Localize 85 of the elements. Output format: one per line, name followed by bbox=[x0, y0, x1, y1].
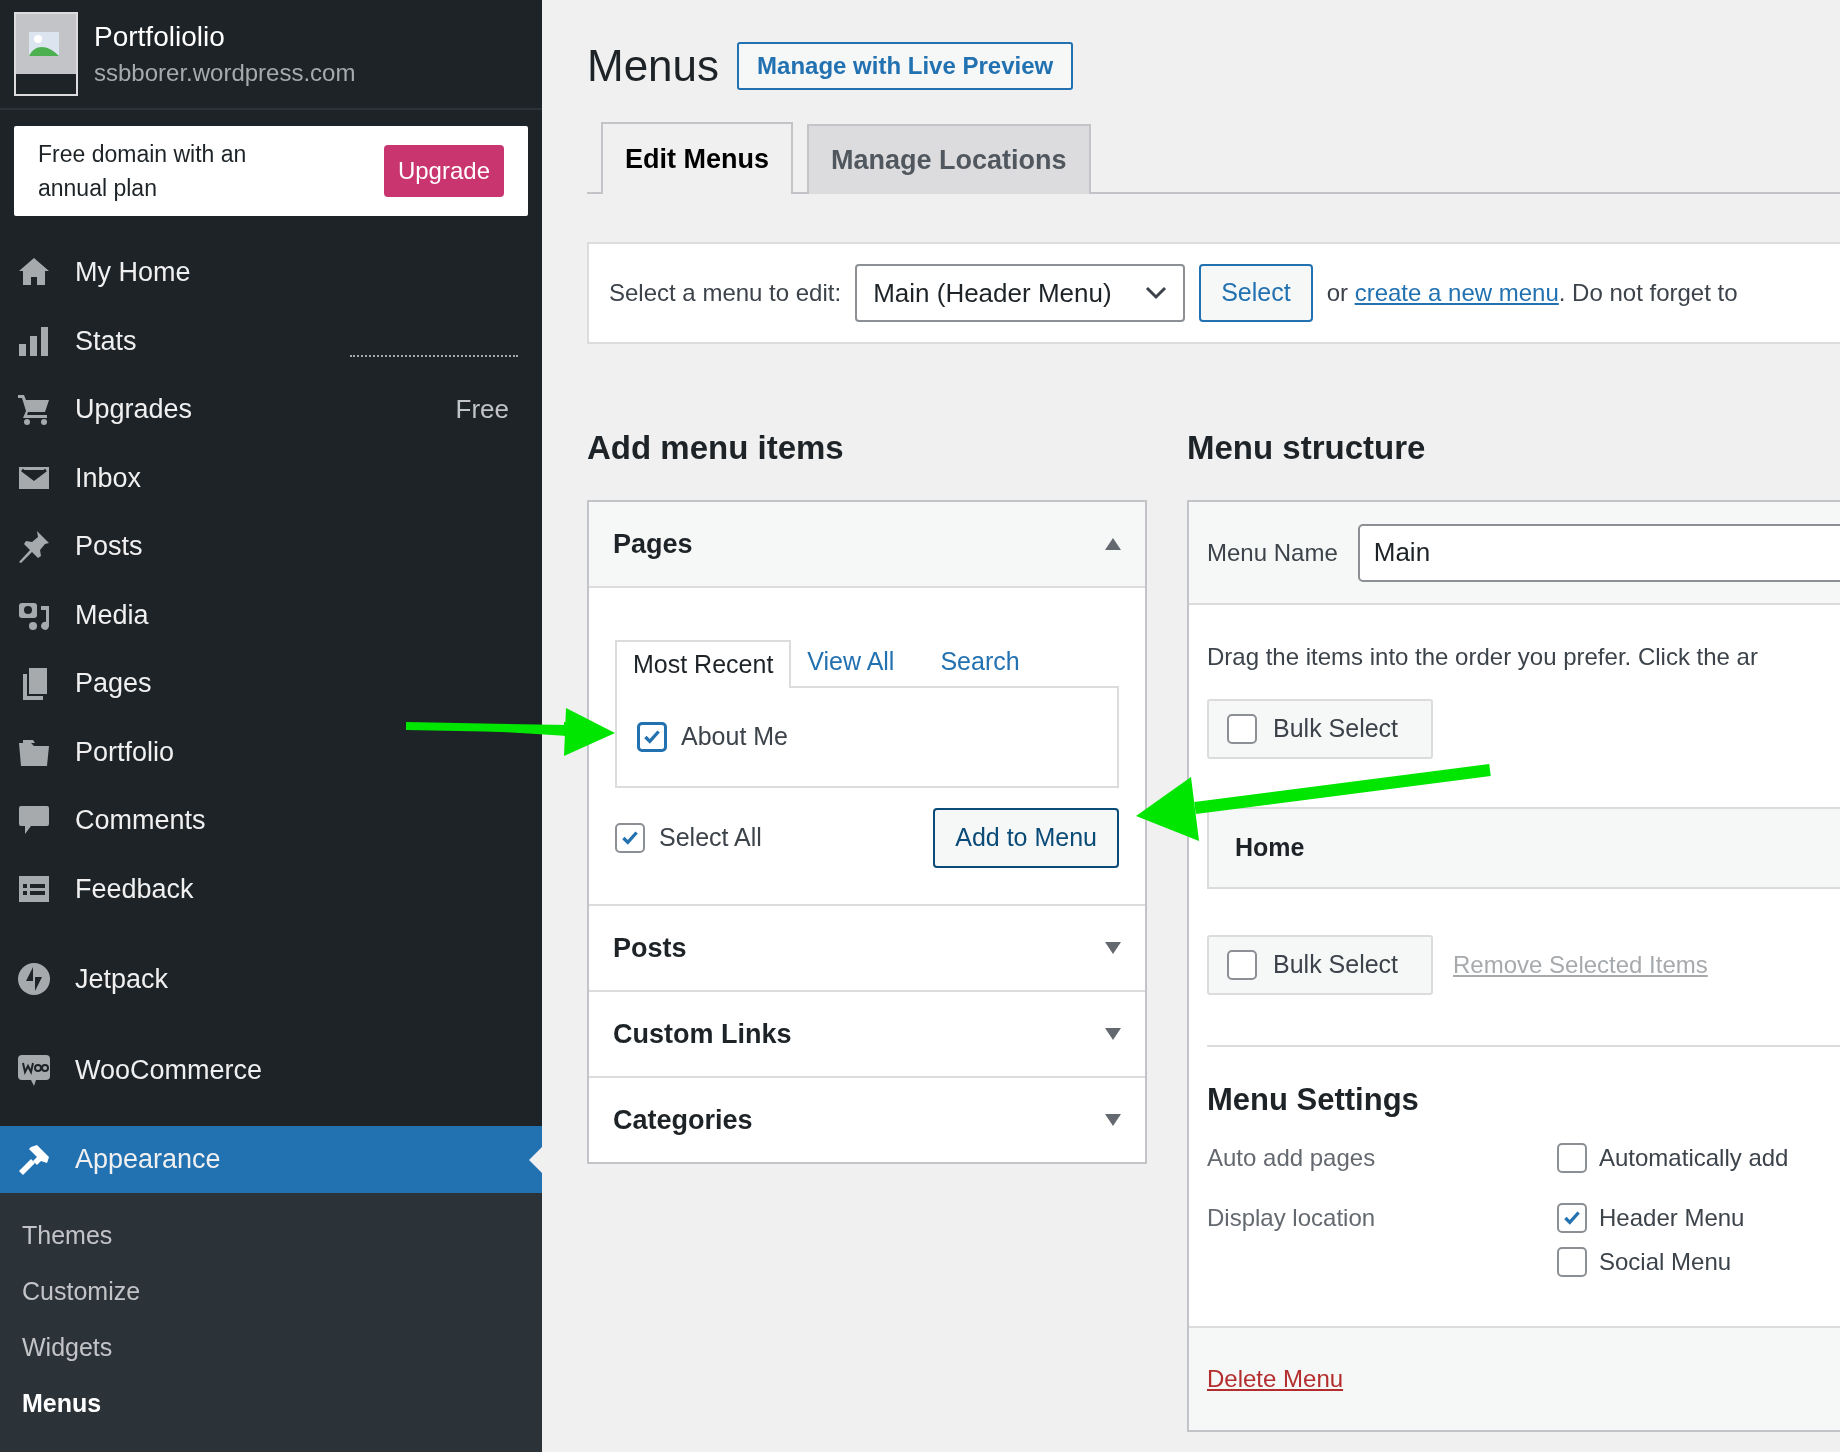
caret-down-icon bbox=[1105, 942, 1121, 954]
sidebar-item[interactable]: Media bbox=[0, 580, 542, 649]
sidebar-item-label: Feedback bbox=[75, 872, 194, 906]
submenu-item[interactable]: Customize bbox=[0, 1264, 542, 1320]
menu-name-field[interactable]: Main bbox=[1357, 523, 1840, 582]
tab[interactable]: View All bbox=[791, 638, 911, 686]
site-title[interactable]: Portfoliolio bbox=[94, 20, 356, 55]
bulk-select-button[interactable]: Bulk Select bbox=[1207, 935, 1433, 995]
sidebar-item[interactable]: Jetpack bbox=[0, 945, 542, 1014]
sidebar-item[interactable]: Feedback bbox=[0, 854, 542, 923]
sidebar-item-label: Inbox bbox=[75, 461, 142, 495]
sidebar-item[interactable]: Inbox bbox=[0, 443, 542, 512]
sidebar-item-label: Posts bbox=[75, 530, 143, 563]
checkbox[interactable] bbox=[1557, 1246, 1587, 1277]
create-menu-text: or create a new menu. Do not forget to bbox=[1326, 278, 1738, 308]
menu-item[interactable]: Home bbox=[1207, 807, 1840, 889]
caret-down-icon bbox=[1105, 1028, 1121, 1040]
checkbox-label: Social Menu bbox=[1599, 1246, 1732, 1277]
tab[interactable]: Manage Locations bbox=[807, 124, 1091, 194]
speech-bubble-icon bbox=[17, 1052, 51, 1087]
checkbox[interactable] bbox=[1227, 714, 1257, 744]
sidebar-item-label: My Home bbox=[75, 256, 191, 289]
checkbox-label: Header Menu bbox=[1599, 1202, 1745, 1233]
sidebar-item-label: Comments bbox=[75, 804, 206, 837]
select-button[interactable]: Select bbox=[1199, 264, 1313, 322]
create-menu-link[interactable]: create a new menu bbox=[1354, 279, 1559, 306]
select-menu-label: Select a menu to edit: bbox=[609, 278, 842, 308]
section-heading: Menu structure bbox=[1187, 428, 1427, 468]
sidebar-item[interactable]: Upgrades Free bbox=[0, 375, 542, 444]
promo-text: Free domain with an annual plan bbox=[38, 140, 248, 204]
page-title: Menus bbox=[587, 40, 720, 92]
section-heading: Add menu items bbox=[587, 428, 845, 468]
tab[interactable]: Search bbox=[924, 638, 1036, 686]
setting-label: Auto add pages bbox=[1207, 1142, 1377, 1173]
checkbox[interactable] bbox=[1557, 1202, 1587, 1233]
paintbrush-icon bbox=[17, 1142, 51, 1177]
checkbox-label: About Me bbox=[681, 721, 788, 753]
pushpin-icon bbox=[17, 529, 51, 564]
submenu-item[interactable]: Widgets bbox=[0, 1320, 542, 1376]
checkbox[interactable] bbox=[1557, 1142, 1587, 1173]
accordion-header[interactable]: Pages bbox=[589, 502, 1145, 588]
sidebar-item-label: WooCommerce bbox=[75, 1053, 263, 1087]
sidebar-item-label: Appearance bbox=[75, 1143, 221, 1177]
sidebar-item[interactable]: Stats bbox=[0, 306, 542, 375]
submenu-item[interactable]: Themes bbox=[0, 1208, 542, 1264]
sidebar-item[interactable]: WooCommerce bbox=[0, 1035, 542, 1104]
cart-icon bbox=[17, 392, 51, 427]
caret-down-icon bbox=[1105, 1114, 1121, 1126]
current-pointer bbox=[529, 1147, 542, 1173]
checkbox[interactable] bbox=[1227, 950, 1257, 980]
sidebar-item-label: Pages bbox=[75, 667, 152, 700]
plan-label: Free bbox=[455, 392, 509, 426]
caret-up-icon bbox=[1105, 538, 1121, 550]
site-icon bbox=[14, 12, 78, 97]
checkbox-label: Select All bbox=[659, 822, 762, 854]
checkbox[interactable] bbox=[615, 823, 645, 853]
sidebar-item[interactable]: Comments bbox=[0, 786, 542, 855]
submenu-item[interactable]: Menus bbox=[0, 1376, 542, 1432]
delete-menu-link[interactable]: Delete Menu bbox=[1207, 1360, 1344, 1397]
menu-name-label: Menu Name bbox=[1207, 537, 1338, 568]
menu-dropdown[interactable]: Main (Header Menu) bbox=[855, 264, 1186, 322]
sidebar-item-label: Stats bbox=[75, 324, 137, 358]
sidebar-item[interactable]: Appearance bbox=[0, 1126, 542, 1193]
tab[interactable]: Most Recent bbox=[615, 640, 792, 688]
sidebar-item-label: Upgrades bbox=[75, 393, 193, 426]
sidebar-item[interactable]: My Home bbox=[0, 238, 542, 307]
setting-label: Display location bbox=[1207, 1202, 1377, 1233]
settings-heading: Menu Settings bbox=[1207, 1081, 1420, 1119]
sidebar-item[interactable]: Portfolio bbox=[0, 717, 542, 786]
lightning-circle-icon bbox=[17, 962, 51, 997]
upgrade-button[interactable]: Upgrade bbox=[383, 145, 504, 198]
tab[interactable]: Edit Menus bbox=[601, 122, 793, 194]
sidebar-item-label: Media bbox=[75, 598, 149, 632]
instructions-text: Drag the items into the order you prefer. Click the ar bbox=[1207, 642, 1759, 672]
sidebar-item-label: Jetpack bbox=[75, 963, 169, 996]
add-to-menu-button[interactable]: Add to Menu bbox=[933, 808, 1119, 868]
site-url[interactable]: ssbborer.wordpress.com bbox=[94, 58, 356, 89]
sidebar-item-label: Portfolio bbox=[75, 735, 175, 769]
live-preview-button[interactable]: Manage with Live Preview bbox=[737, 42, 1074, 90]
sidebar-item[interactable]: Pages bbox=[0, 649, 542, 718]
sidebar-item[interactable]: Posts bbox=[0, 512, 542, 581]
checkbox[interactable] bbox=[637, 722, 667, 752]
bulk-select-button[interactable]: Bulk Select bbox=[1207, 699, 1433, 759]
chevron-down-icon bbox=[1145, 286, 1168, 300]
checkbox-label: Automatically add bbox=[1599, 1142, 1789, 1173]
